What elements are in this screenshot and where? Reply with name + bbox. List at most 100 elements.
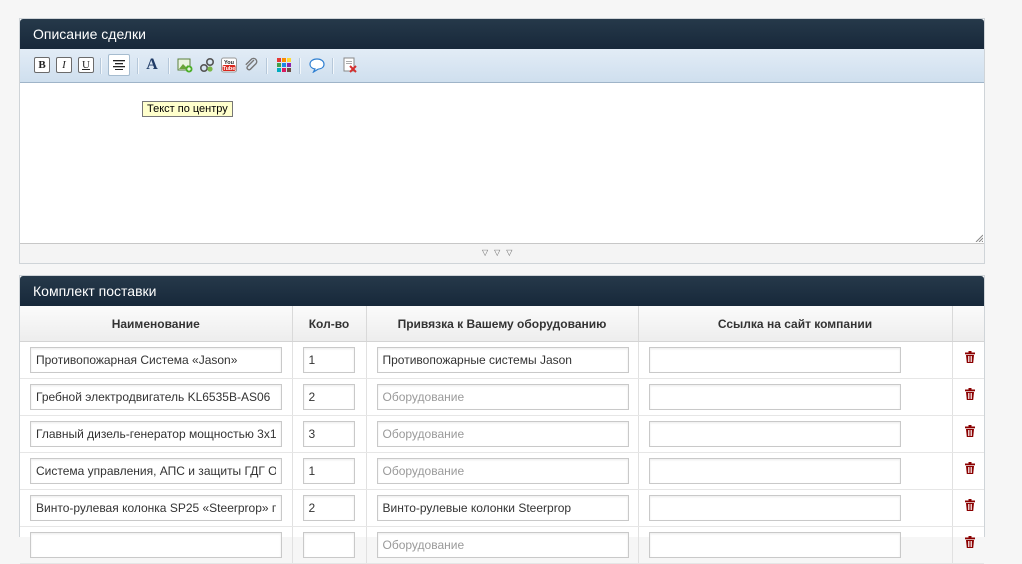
color-button[interactable]: [276, 57, 292, 73]
equipment-link-input[interactable]: [376, 458, 629, 484]
item-qty-input[interactable]: [302, 458, 355, 484]
toolbar-separator: [137, 58, 139, 74]
item-name-input[interactable]: [30, 421, 282, 447]
resize-grip-icon[interactable]: [975, 234, 983, 242]
bold-button[interactable]: B: [34, 57, 50, 73]
paperclip-icon: [245, 57, 258, 71]
column-header-qty: Кол-во: [292, 306, 367, 342]
item-qty-input[interactable]: [302, 384, 355, 410]
cell-equipment: [366, 489, 639, 527]
align-center-icon: [113, 60, 125, 70]
delivery-kit-panel: Комплект поставки Наименование Кол-во Пр…: [19, 275, 985, 564]
font-icon: A: [146, 56, 158, 73]
youtube-icon-text-bottom: Tube: [223, 66, 236, 72]
cell-equipment: [366, 341, 639, 379]
attach-file-button[interactable]: [243, 57, 259, 73]
item-name-input[interactable]: [30, 458, 282, 484]
remove-format-button[interactable]: [342, 57, 358, 73]
delete-row-icon[interactable]: [964, 351, 975, 363]
insert-link-button[interactable]: [199, 57, 215, 73]
equipment-link-input[interactable]: [376, 495, 629, 521]
description-panel: Описание сделки B I U A You Tube Текст п…: [19, 18, 985, 264]
company-site-input[interactable]: [648, 458, 901, 484]
align-center-tooltip: Текст по центру: [142, 101, 233, 117]
equipment-link-input[interactable]: [376, 421, 629, 447]
cell-link: [638, 341, 953, 379]
underline-icon: U: [82, 59, 90, 71]
cell-actions: [952, 415, 984, 453]
align-center-button[interactable]: [108, 54, 130, 76]
delete-row-icon[interactable]: [964, 536, 975, 548]
cell-link: [638, 526, 953, 564]
item-qty-input[interactable]: [302, 347, 355, 373]
delete-row-icon[interactable]: [964, 462, 975, 474]
table-row: [20, 526, 984, 564]
bold-icon: B: [38, 59, 46, 71]
company-site-input[interactable]: [648, 384, 901, 410]
quote-button[interactable]: [309, 57, 325, 73]
image-add-icon: [177, 58, 193, 73]
delete-row-icon[interactable]: [964, 499, 975, 511]
cell-link: [638, 452, 953, 490]
toolbar-separator: [332, 58, 334, 74]
item-name-input[interactable]: [30, 384, 282, 410]
company-site-input[interactable]: [648, 421, 901, 447]
cell-qty: [292, 415, 367, 453]
table-row: [20, 378, 984, 416]
color-palette-icon: [277, 58, 291, 72]
cell-actions: [952, 452, 984, 490]
description-panel-title: Описание сделки: [20, 19, 984, 49]
cell-equipment: [366, 378, 639, 416]
cell-equipment: [366, 415, 639, 453]
item-qty-input[interactable]: [302, 495, 355, 521]
table-row: [20, 341, 984, 379]
item-qty-input[interactable]: [302, 421, 355, 447]
delete-row-icon[interactable]: [964, 388, 975, 400]
item-name-input[interactable]: [30, 347, 282, 373]
equipment-link-input[interactable]: [376, 384, 629, 410]
cell-actions: [952, 526, 984, 564]
cell-link: [638, 415, 953, 453]
remove-format-icon: [343, 57, 357, 73]
equipment-link-input[interactable]: [376, 347, 629, 373]
toolbar-separator: [100, 58, 102, 74]
editor-toolbar: B I U A You Tube: [20, 49, 984, 83]
cell-name: [20, 526, 293, 564]
cell-qty: [292, 489, 367, 527]
toolbar-separator: [168, 58, 170, 74]
cell-actions: [952, 341, 984, 379]
item-qty-input[interactable]: [302, 532, 355, 558]
table-row: [20, 452, 984, 490]
cell-qty: [292, 341, 367, 379]
column-header-equipment: Привязка к Вашему оборудованию: [366, 306, 639, 342]
underline-button[interactable]: U: [78, 57, 94, 73]
table-row: [20, 489, 984, 527]
editor-resize-bar[interactable]: ▽▽▽: [20, 244, 984, 263]
font-button[interactable]: A: [144, 56, 160, 73]
insert-image-button[interactable]: [177, 57, 193, 73]
company-site-input[interactable]: [648, 347, 901, 373]
delivery-kit-title: Комплект поставки: [20, 276, 984, 306]
company-site-input[interactable]: [648, 532, 901, 558]
company-site-input[interactable]: [648, 495, 901, 521]
cell-link: [638, 378, 953, 416]
column-header-link: Ссылка на сайт компании: [638, 306, 953, 342]
speech-bubble-icon: [309, 58, 325, 73]
cell-equipment: [366, 452, 639, 490]
table-header-row: Наименование Кол-во Привязка к Вашему об…: [20, 306, 984, 342]
delete-row-icon[interactable]: [964, 425, 975, 437]
equipment-link-input[interactable]: [376, 532, 629, 558]
insert-video-button[interactable]: You Tube: [221, 57, 237, 73]
cell-name: [20, 378, 293, 416]
italic-icon: I: [62, 59, 66, 71]
item-name-input[interactable]: [30, 495, 282, 521]
italic-button[interactable]: I: [56, 57, 72, 73]
cell-name: [20, 341, 293, 379]
cell-qty: [292, 526, 367, 564]
cell-actions: [952, 378, 984, 416]
toolbar-separator: [299, 58, 301, 74]
toolbar-separator: [266, 58, 268, 74]
youtube-icon: You Tube: [221, 57, 237, 73]
item-name-input[interactable]: [30, 532, 282, 558]
cell-name: [20, 489, 293, 527]
